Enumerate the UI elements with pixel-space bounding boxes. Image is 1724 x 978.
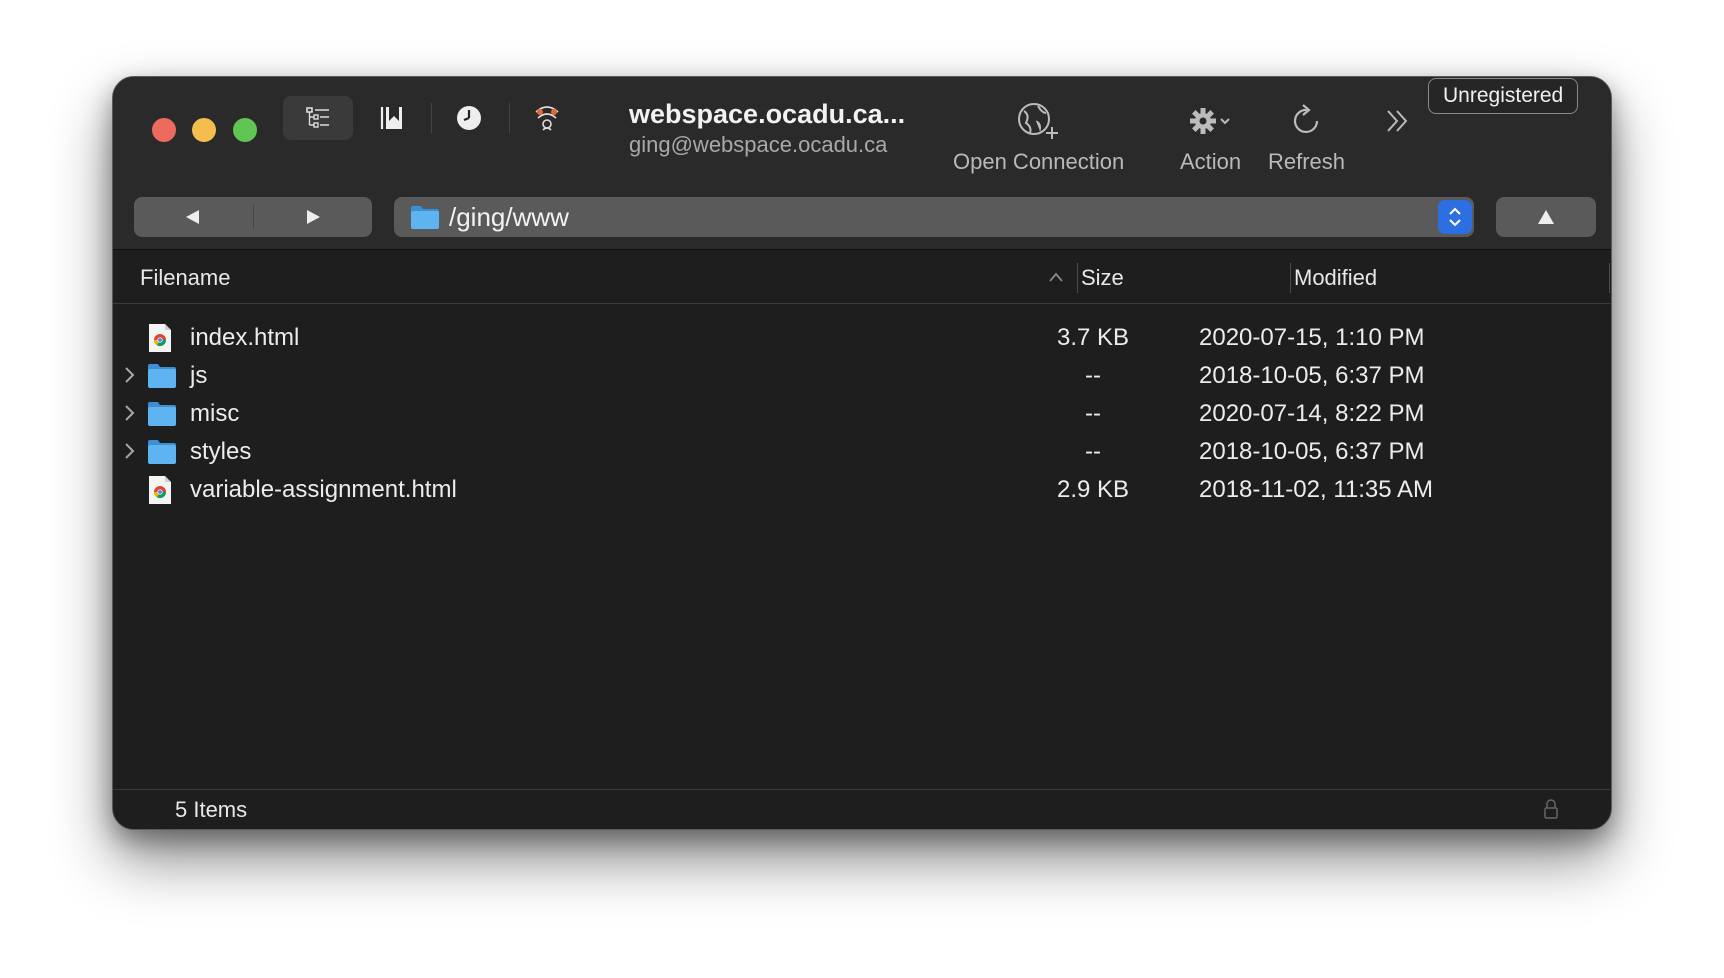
sort-ascending-icon[interactable] (1048, 271, 1064, 283)
file-modified: 2018-11-02, 11:35 AM (1199, 476, 1433, 503)
folder-icon (148, 440, 176, 464)
chevron-right-icon[interactable] (122, 403, 136, 423)
file-name: misc (190, 400, 240, 427)
file-name: js (190, 362, 208, 389)
file-name: variable-assignment.html (190, 476, 457, 503)
maximize-window-button[interactable] (233, 118, 257, 142)
history-button[interactable] (439, 96, 499, 140)
bonjour-icon (535, 106, 559, 131)
parent-directory-button[interactable] (1496, 197, 1596, 237)
current-path: /ging/www (449, 202, 569, 232)
globe-plus-icon (1017, 103, 1058, 139)
chevron-up-down-icon (1449, 207, 1461, 227)
bonjour-button[interactable] (517, 96, 577, 140)
file-list: index.html 3.7 KB 2020-07-15, 1:10 PM js… (113, 304, 1611, 790)
chevron-double-right-icon (1387, 110, 1408, 132)
folder-icon (411, 206, 439, 229)
history-icon (457, 106, 481, 130)
folder-icon (148, 364, 176, 388)
minimize-window-button[interactable] (192, 118, 216, 142)
modified-column-header[interactable]: Modified (1294, 265, 1377, 291)
status-bar: 5 Items (113, 789, 1611, 829)
toolbar-overflow-button[interactable] (1375, 99, 1419, 143)
unregistered-badge[interactable]: Unregistered (1428, 78, 1579, 114)
triangle-right-icon (306, 210, 320, 224)
refresh-label: Refresh (1268, 149, 1346, 174)
refresh-icon (1293, 104, 1318, 133)
outline-view-button[interactable] (283, 96, 353, 140)
file-size: -- (1085, 438, 1101, 465)
triangle-up-icon (1538, 210, 1554, 224)
lock-icon (1544, 799, 1558, 819)
chevron-right-icon[interactable] (122, 441, 136, 461)
file-size: 2.9 KB (1056, 476, 1130, 503)
server-name: webspace.ocadu.ca... (629, 99, 906, 129)
file-name: index.html (190, 324, 300, 351)
html-file-icon (149, 476, 171, 504)
path-selector[interactable]: /ging/www (394, 197, 1474, 237)
back-button[interactable] (134, 197, 253, 237)
chevron-right-icon[interactable] (122, 365, 136, 385)
file-row[interactable]: variable-assignment.html 2.9 KB 2018-11-… (113, 471, 1611, 509)
file-modified: 2018-10-05, 6:37 PM (1199, 362, 1425, 389)
browser-window: webspace.ocadu.ca... ging@webspace.ocadu… (112, 76, 1612, 830)
file-size: -- (1085, 400, 1101, 427)
bookmarks-button[interactable] (365, 96, 419, 140)
file-name: styles (190, 438, 252, 465)
folder-row[interactable]: misc -- 2020-07-14, 8:22 PM (113, 395, 1611, 433)
toolbar: webspace.ocadu.ca... ging@webspace.ocadu… (113, 77, 1611, 250)
file-size: -- (1085, 362, 1101, 389)
server-user: ging@webspace.ocadu.ca (629, 132, 888, 157)
open-connection-button[interactable]: Open Connection (953, 99, 1124, 175)
file-row[interactable]: index.html 3.7 KB 2020-07-15, 1:10 PM (113, 319, 1611, 357)
outline-view-icon (306, 107, 329, 128)
folder-row[interactable]: js -- 2018-10-05, 6:37 PM (113, 357, 1611, 395)
gear-icon (1189, 108, 1230, 134)
file-modified: 2018-10-05, 6:37 PM (1199, 438, 1425, 465)
triangle-left-icon (186, 210, 200, 224)
history-navigation (134, 197, 372, 237)
file-size: 3.7 KB (1056, 324, 1130, 351)
file-modified: 2020-07-15, 1:10 PM (1199, 324, 1425, 351)
column-header: Filename Size Modified (113, 251, 1611, 304)
item-count: 5 Items (175, 797, 248, 822)
file-modified: 2020-07-14, 8:22 PM (1199, 400, 1425, 427)
bookmarks-icon (380, 107, 402, 129)
forward-button[interactable] (254, 197, 373, 237)
action-menu-button[interactable]: Action (1180, 99, 1241, 175)
filename-column-header[interactable]: Filename (140, 265, 230, 291)
path-dropdown-button[interactable] (1438, 200, 1472, 234)
refresh-button[interactable]: Refresh (1268, 99, 1345, 175)
folder-row[interactable]: styles -- 2018-10-05, 6:37 PM (113, 433, 1611, 471)
close-window-button[interactable] (152, 118, 176, 142)
html-file-icon (149, 324, 171, 352)
folder-icon (148, 402, 176, 426)
open-connection-label: Open Connection (953, 149, 1125, 174)
action-label: Action (1180, 149, 1242, 174)
size-column-header[interactable]: Size (1081, 265, 1124, 291)
